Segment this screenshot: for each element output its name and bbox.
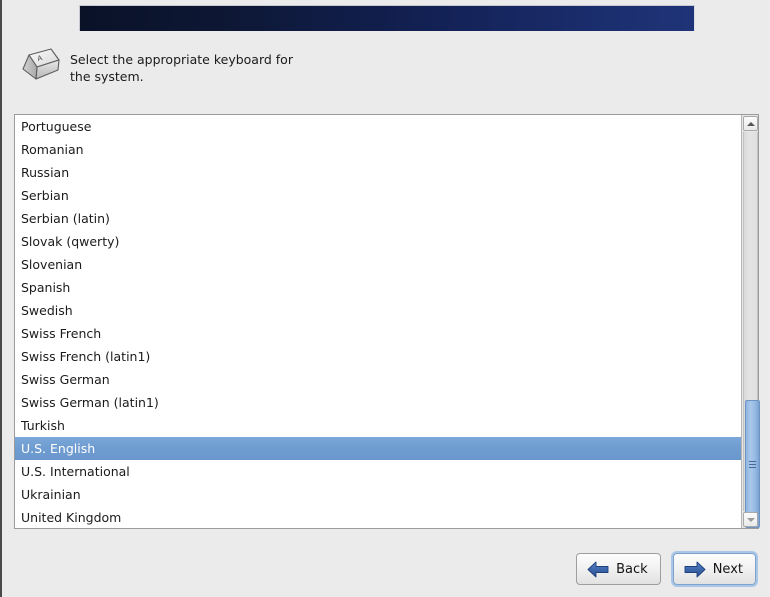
- list-item[interactable]: U.S. International: [15, 460, 741, 483]
- list-item[interactable]: Serbian (latin): [15, 207, 741, 230]
- next-button[interactable]: Next: [672, 553, 756, 585]
- list-item[interactable]: Serbian: [15, 184, 741, 207]
- list-item[interactable]: Ukrainian: [15, 483, 741, 506]
- keyboard-layout-list[interactable]: Portuguese Romanian Russian Serbian Serbian …: [15, 115, 741, 528]
- scroll-down-arrow-icon[interactable]: [743, 512, 758, 527]
- list-item[interactable]: Swiss French: [15, 322, 741, 345]
- scrollbar-grip-icon: [749, 461, 756, 468]
- next-button-label: Next: [712, 561, 743, 577]
- list-item[interactable]: Russian: [15, 161, 741, 184]
- arrow-right-icon: [684, 561, 706, 577]
- instruction-text: Select the appropriate keyboard for the …: [70, 52, 293, 84]
- list-item[interactable]: Slovenian: [15, 253, 741, 276]
- list-item[interactable]: Turkish: [15, 414, 741, 437]
- back-button-label: Back: [616, 561, 648, 577]
- scroll-down-glyph: [746, 517, 755, 522]
- list-item[interactable]: Slovak (qwerty): [15, 230, 741, 253]
- arrow-left-icon: [587, 561, 609, 577]
- list-item[interactable]: Swiss German (latin1): [15, 391, 741, 414]
- list-item[interactable]: Swiss French (latin1): [15, 345, 741, 368]
- list-item[interactable]: Swiss German: [15, 368, 741, 391]
- list-scrollbar[interactable]: [741, 115, 760, 528]
- back-button[interactable]: Back: [576, 553, 661, 585]
- keyboard-key-icon: A: [16, 45, 62, 89]
- list-item[interactable]: U.S. English: [15, 437, 741, 460]
- list-item[interactable]: Portuguese: [15, 115, 741, 138]
- list-item[interactable]: Romanian: [15, 138, 741, 161]
- title-banner: [79, 5, 695, 31]
- scroll-up-glyph: [746, 121, 755, 126]
- installer-window: A Select the appropriate keyboard for th…: [0, 0, 770, 597]
- instruction-row: A Select the appropriate keyboard for th…: [16, 45, 416, 89]
- keyboard-layout-listbox[interactable]: Portuguese Romanian Russian Serbian Serbian …: [14, 114, 760, 529]
- list-item[interactable]: United Kingdom: [15, 506, 741, 528]
- scrollbar-thumb[interactable]: [745, 400, 760, 528]
- scroll-up-arrow-icon[interactable]: [743, 116, 758, 131]
- scrollbar-track[interactable]: [743, 132, 760, 528]
- list-item[interactable]: Swedish: [15, 299, 741, 322]
- navigation-buttons: Back Next: [576, 553, 756, 585]
- list-item[interactable]: Spanish: [15, 276, 741, 299]
